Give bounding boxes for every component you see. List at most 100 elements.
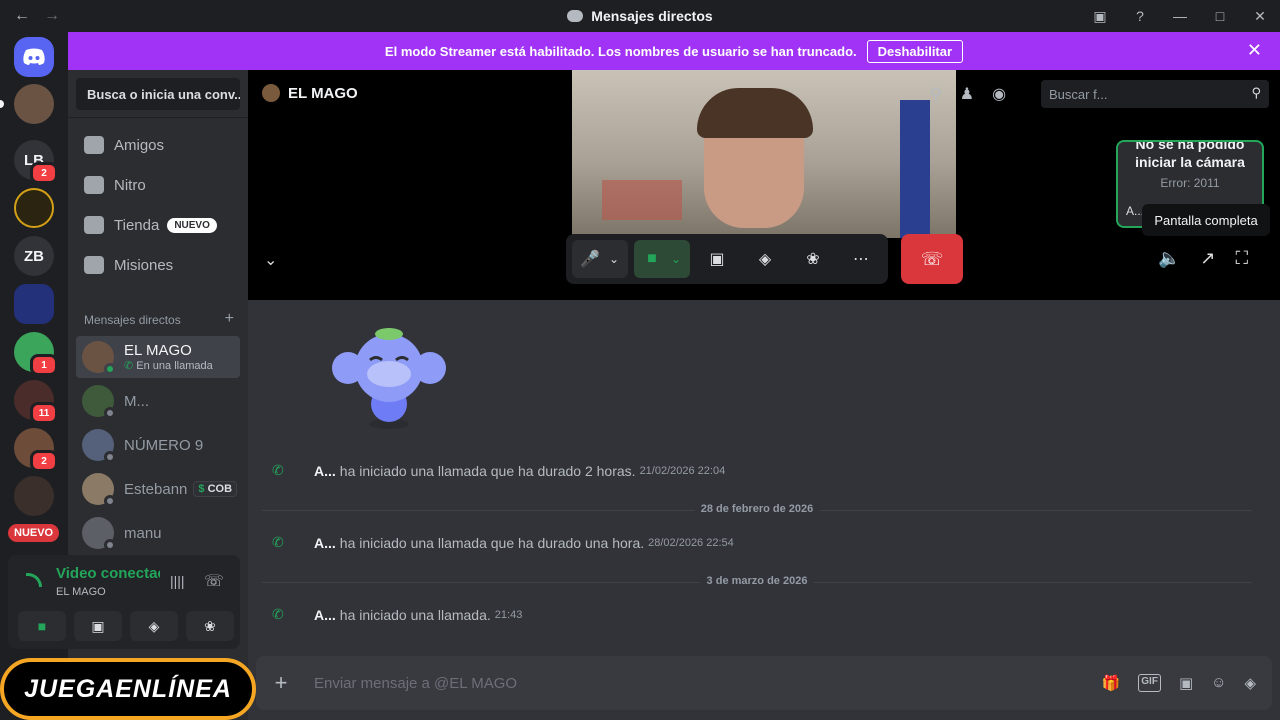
dm-header-label: Mensajes directos — [84, 313, 181, 327]
server-green[interactable]: 1 — [14, 332, 58, 376]
create-dm-plus-icon[interactable]: + — [225, 311, 234, 327]
title-bar: ← → Mensajes directos ▣ ? — □ ✕ — [0, 0, 1280, 32]
disable-streamer-button[interactable]: Deshabilitar — [866, 39, 964, 63]
minimize-button[interactable]: — — [1160, 0, 1200, 32]
soundboard-icon[interactable]: ❀ — [792, 240, 834, 278]
server-lb[interactable]: LB 2 — [14, 140, 58, 184]
camera-button[interactable]: ■ — [18, 611, 66, 641]
microphone-icon[interactable]: 🎤 — [576, 249, 604, 269]
activities-button[interactable]: ◈ — [130, 611, 178, 641]
close-icon[interactable]: ✕ — [1247, 40, 1262, 61]
dm-name: M... — [124, 392, 149, 410]
popout-icon[interactable]: ↗ — [1200, 248, 1215, 269]
noise-suppression-icon[interactable]: |||| — [170, 573, 185, 589]
back-arrow-icon[interactable]: ← — [14, 7, 30, 25]
sticker-icon[interactable]: ▣ — [1179, 674, 1193, 692]
end-call-button[interactable]: ☏ — [901, 234, 963, 284]
maximize-button[interactable]: □ — [1200, 0, 1240, 32]
camera-error-line1: No se ha podido — [1135, 140, 1245, 152]
message-input[interactable]: Enviar mensaje a @EL MAGO — [314, 675, 517, 692]
search-placeholder: Buscar f... — [1049, 87, 1108, 102]
dm-search-input[interactable]: Busca o inicia una conv... — [76, 78, 240, 110]
mic-control[interactable]: 🎤 ⌄ — [572, 240, 628, 278]
forward-arrow-icon[interactable]: → — [44, 7, 60, 25]
call-title: EL MAGO — [288, 84, 358, 102]
status-online-icon — [104, 363, 116, 375]
message-author[interactable]: A... — [314, 607, 336, 623]
dm-name: manu — [124, 524, 162, 542]
nav-quests[interactable]: Misiones — [76, 245, 240, 285]
wumpus-sticker — [332, 328, 446, 429]
share-screen-button[interactable]: ▣ — [74, 611, 122, 641]
call-header-icons: ⚲ ♟ ◉ — [930, 84, 1006, 104]
inbox-icon[interactable]: ▣ — [1080, 0, 1120, 32]
help-icon[interactable]: ? — [1120, 0, 1160, 32]
gift-icon[interactable]: 🎁 — [1102, 674, 1121, 692]
chevron-down-icon[interactable]: ⌄ — [604, 252, 624, 266]
voice-status-title[interactable]: Video conectac — [56, 565, 160, 582]
dm-item-manu[interactable]: manu — [76, 512, 240, 554]
apps-icon[interactable]: ◈ — [1244, 674, 1256, 692]
message-timestamp: 21/02/2026 22:04 — [639, 464, 726, 477]
user-profile-icon[interactable]: ◉ — [992, 84, 1006, 104]
add-friend-icon[interactable]: ♟ — [960, 84, 974, 104]
attach-plus-icon[interactable]: + — [256, 670, 306, 696]
server-crest[interactable] — [14, 188, 54, 228]
video-tile[interactable] — [572, 70, 956, 238]
selected-pill — [0, 100, 4, 108]
tag-label: COB — [207, 483, 233, 495]
message-timestamp: 28/02/2026 22:54 — [648, 536, 734, 549]
message-author[interactable]: A... — [314, 535, 336, 551]
soundboard-button[interactable]: ❀ — [186, 611, 234, 641]
fullscreen-icon[interactable]: ⛶ — [1236, 248, 1249, 269]
gif-icon[interactable]: GIF — [1138, 674, 1161, 692]
chevron-down-icon[interactable]: ⌄ — [264, 250, 277, 270]
status-offline-icon — [104, 451, 116, 463]
emoji-icon[interactable]: ☺ — [1211, 674, 1226, 692]
message-timestamp: 21:43 — [494, 608, 523, 621]
participant-hair — [697, 88, 813, 138]
dm-avatar-icon[interactable] — [0, 84, 54, 124]
background-shelf — [602, 180, 682, 220]
avatar — [82, 385, 116, 419]
dm-item-numero-9[interactable]: NÚMERO 9 — [76, 424, 240, 466]
call-header: EL MAGO — [262, 84, 358, 102]
activities-icon[interactable]: ◈ — [744, 240, 786, 278]
camera-control[interactable]: ■ ⌄ — [634, 240, 690, 278]
server-red[interactable]: 11 — [14, 380, 58, 424]
phone-icon: ✆ — [272, 606, 284, 622]
dm-item-m[interactable]: M... — [76, 380, 240, 422]
server-pelota[interactable] — [14, 284, 54, 324]
channel-search-input[interactable]: Buscar f... ⚲ — [1041, 80, 1269, 108]
volume-icon[interactable]: 🔈 — [1158, 248, 1180, 269]
message-author[interactable]: A... — [314, 463, 336, 479]
message-composer[interactable]: + Enviar mensaje a @EL MAGO 🎁 GIF ▣ ☺ ◈ — [256, 656, 1272, 710]
new-servers-badge[interactable]: NUEVO — [8, 524, 60, 542]
server-dark[interactable] — [14, 476, 54, 516]
server-brown[interactable]: 2 — [14, 428, 58, 472]
dm-name: Estebann — [124, 480, 188, 498]
nav-shop[interactable]: Tienda NUEVO — [76, 205, 240, 245]
server-tag: $ COB — [193, 481, 238, 497]
disconnect-icon[interactable]: ☏ — [204, 571, 224, 591]
home-button[interactable] — [14, 37, 54, 77]
dm-item-estebann[interactable]: Estebann $ COB — [76, 468, 240, 510]
close-window-button[interactable]: ✕ — [1240, 0, 1280, 32]
shop-icon — [84, 216, 104, 234]
nav-nitro[interactable]: Nitro — [76, 165, 240, 205]
more-options-icon[interactable]: ⋯ — [840, 240, 882, 278]
server-label: ZB — [24, 247, 44, 265]
nav-friends[interactable]: Amigos — [76, 125, 240, 165]
video-camera-icon[interactable]: ■ — [638, 250, 666, 268]
server-zb[interactable]: ZB — [14, 236, 54, 276]
chevron-down-icon[interactable]: ⌄ — [666, 252, 686, 266]
window-title-text: Mensajes directos — [591, 8, 713, 24]
streamer-mode-banner: El modo Streamer está habilitado. Los no… — [68, 32, 1280, 70]
dm-name: NÚMERO 9 — [124, 436, 204, 454]
share-screen-icon[interactable]: ▣ — [696, 240, 738, 278]
signal-icon[interactable] — [26, 573, 42, 587]
dm-item-el-mago[interactable]: EL MAGO ✆ En una llamada — [76, 336, 240, 378]
status-offline-icon — [104, 407, 116, 419]
avatar — [82, 341, 116, 375]
pin-icon[interactable]: ⚲ — [930, 84, 942, 104]
